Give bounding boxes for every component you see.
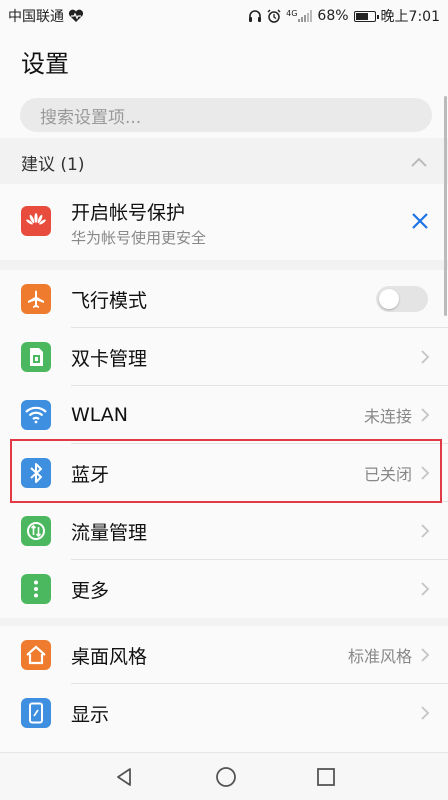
settings-item-label: 流量管理 xyxy=(71,521,148,544)
settings-item-label: 桌面风格 xyxy=(71,645,148,668)
toggle-knob xyxy=(379,289,399,309)
suggestions-title: 建议 (1) xyxy=(21,154,85,175)
suggestion-card[interactable]: 开启帐号保护 华为帐号使用更安全 xyxy=(0,184,448,260)
search-input[interactable]: 搜索设置项... xyxy=(20,98,432,132)
recent-apps-icon[interactable] xyxy=(314,765,338,789)
close-icon[interactable] xyxy=(410,211,430,231)
home-icon xyxy=(21,640,51,670)
signal-icon: 4G xyxy=(286,9,313,22)
settings-item-sim-card[interactable]: 双卡管理 xyxy=(0,328,448,386)
settings-item-label: 蓝牙 xyxy=(71,463,110,486)
network-type: 4G xyxy=(286,9,298,18)
chevron-right-icon xyxy=(421,408,430,422)
settings-item-label: 更多 xyxy=(71,579,110,602)
alarm-icon xyxy=(267,9,281,23)
settings-item-label: 飞行模式 xyxy=(71,289,148,312)
chevron-up-icon[interactable] xyxy=(410,156,428,168)
huawei-logo-icon xyxy=(21,206,51,236)
sim-card-icon xyxy=(21,342,51,372)
heart-monitor-icon xyxy=(68,9,84,23)
settings-item-more[interactable]: 更多 xyxy=(0,560,448,618)
chevron-right-icon xyxy=(421,648,430,662)
status-right: 4G 68% 晚上7:01 xyxy=(248,6,440,26)
display-icon xyxy=(21,698,51,728)
scrollbar[interactable] xyxy=(444,96,447,316)
suggestion-subtitle: 华为帐号使用更安全 xyxy=(71,229,207,247)
clock: 晚上7:01 xyxy=(380,9,440,25)
data-usage-icon xyxy=(21,516,51,546)
status-left: 中国联通 xyxy=(8,6,84,26)
bluetooth-icon xyxy=(21,458,51,488)
header: 设置 xyxy=(0,32,448,84)
settings-item-label: 显示 xyxy=(71,703,110,726)
settings-item-display[interactable]: 显示 xyxy=(0,684,448,742)
settings-item-airplane[interactable]: 飞行模式 xyxy=(0,270,448,328)
chevron-right-icon xyxy=(421,706,430,720)
more-icon xyxy=(21,574,51,604)
toggle-switch[interactable] xyxy=(376,286,428,312)
settings-list: 飞行模式双卡管理 WLAN 未连接蓝牙 已关闭流量管理更多 xyxy=(0,270,448,618)
settings-item-value: 未连接 xyxy=(363,407,412,426)
battery-icon xyxy=(353,10,379,22)
chevron-right-icon xyxy=(421,582,430,596)
settings-item-value: 标准风格 xyxy=(347,647,412,666)
wifi-icon xyxy=(21,400,51,430)
settings-list-2: 桌面风格 标准风格显示 xyxy=(0,626,448,752)
chevron-right-icon xyxy=(421,524,430,538)
suggestions-header[interactable]: 建议 (1) xyxy=(0,140,448,184)
settings-item-wifi[interactable]: WLAN 未连接 xyxy=(0,386,448,444)
search-area: 搜索设置项... xyxy=(0,84,448,138)
chevron-right-icon xyxy=(421,466,430,480)
settings-item-label: 双卡管理 xyxy=(71,347,148,370)
settings-item-label: WLAN xyxy=(71,404,129,426)
headset-icon xyxy=(248,9,262,23)
carrier-label: 中国联通 xyxy=(8,9,64,25)
page-title: 设置 xyxy=(21,50,69,78)
chevron-right-icon xyxy=(421,350,430,364)
airplane-icon xyxy=(21,284,51,314)
back-icon[interactable] xyxy=(113,765,137,789)
home-button-icon[interactable] xyxy=(214,765,238,789)
suggestion-title: 开启帐号保护 xyxy=(71,202,186,224)
status-bar: 中国联通 4G 68% 晚上7:01 xyxy=(0,0,448,32)
battery-percent: 68% xyxy=(317,8,349,24)
navigation-bar xyxy=(0,752,448,800)
settings-item-bluetooth[interactable]: 蓝牙 已关闭 xyxy=(0,444,448,502)
settings-item-data-usage[interactable]: 流量管理 xyxy=(0,502,448,560)
settings-item-value: 已关闭 xyxy=(363,465,412,484)
settings-item-home[interactable]: 桌面风格 标准风格 xyxy=(0,626,448,684)
